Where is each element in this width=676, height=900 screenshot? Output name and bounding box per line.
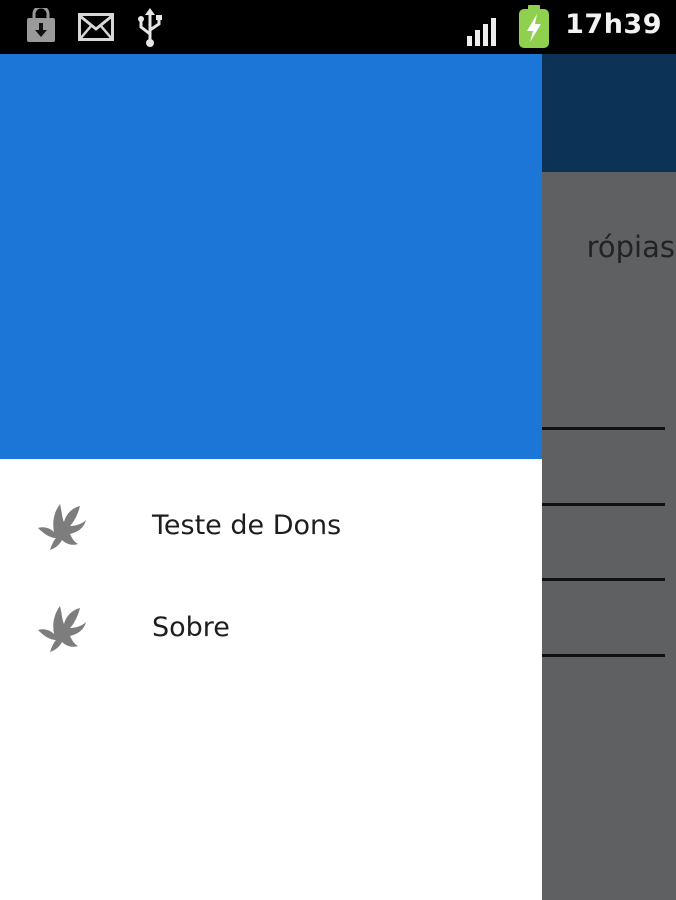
drawer-item-label: Teste de Dons [152,510,342,541]
divider [542,654,665,657]
mail-icon [78,13,114,41]
status-bar: 17h39 [0,0,676,54]
drawer-header [0,54,542,459]
usb-icon [138,8,162,47]
drawer-item-sobre[interactable]: Sobre [0,578,542,678]
dove-icon [38,504,86,550]
divider [542,503,665,506]
divider [542,578,665,581]
shopping-bag-download-icon [27,8,55,42]
divider [542,427,665,430]
battery-charging-icon [519,5,549,48]
navigation-drawer: Teste de Dons Sobre [0,54,542,900]
dove-icon [38,606,86,652]
status-time: 17h39 [565,9,662,40]
signal-icon [467,18,496,46]
drawer-item-label: Sobre [152,612,230,643]
drawer-item-teste-de-dons[interactable]: Teste de Dons [0,476,542,576]
